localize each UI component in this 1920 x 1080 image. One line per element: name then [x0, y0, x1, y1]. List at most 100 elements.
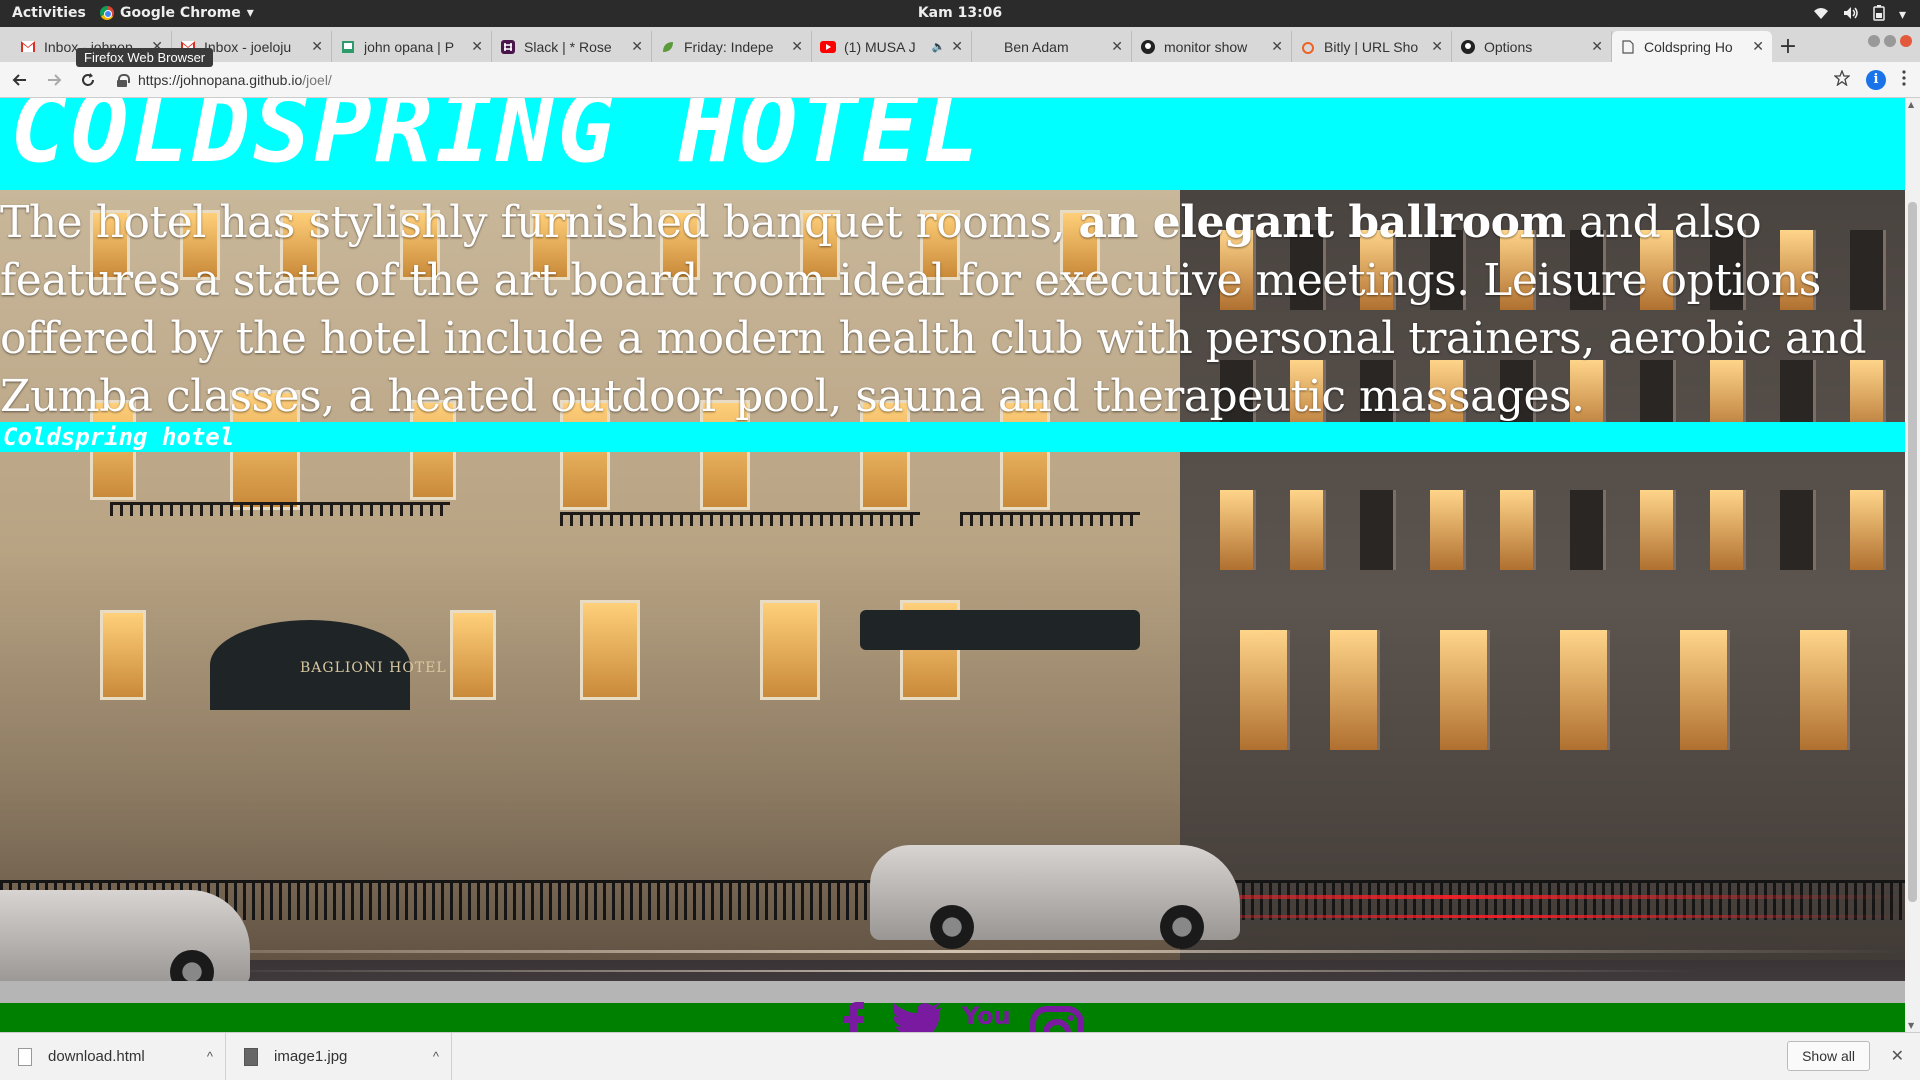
tab-title: (1) MUSA J: [844, 38, 916, 55]
tab-11[interactable]: Coldspring Ho ✕: [1612, 31, 1772, 62]
scrollbar-thumb[interactable]: [1908, 202, 1917, 902]
chevron-down-icon: ▾: [246, 5, 254, 21]
download-name: image1.jpg: [274, 1048, 348, 1065]
system-top-bar: Activities Google Chrome ▾ Kam 13:06 ▾: [0, 0, 1920, 27]
github-icon: [1140, 39, 1156, 55]
tab-4[interactable]: Slack | * Rose ✕: [492, 31, 652, 62]
page-viewport[interactable]: BAGLIONI HOTEL COLDSPRING HOTEL The hote…: [0, 98, 1905, 1032]
tab-title: Slack | * Rose: [524, 38, 612, 55]
app-menu[interactable]: Google Chrome ▾: [100, 5, 254, 21]
close-tab-icon[interactable]: ✕: [791, 38, 803, 55]
chevron-up-icon[interactable]: ^: [207, 1049, 213, 1064]
page-icon: [340, 39, 356, 55]
reload-button[interactable]: [74, 66, 102, 94]
activities-button[interactable]: Activities: [12, 5, 86, 21]
wifi-icon: [1813, 6, 1829, 24]
close-tab-icon[interactable]: ✕: [1752, 38, 1764, 55]
facebook-icon[interactable]: [840, 1001, 870, 1032]
scroll-up-icon[interactable]: ▲: [1908, 100, 1914, 109]
show-all-button[interactable]: Show all: [1787, 1041, 1870, 1071]
social-links: You: [840, 1001, 1085, 1032]
tab-title: Inbox - joeloju: [204, 38, 292, 55]
github-icon: [1460, 39, 1476, 55]
tab-audio-icon[interactable]: 🔈: [932, 40, 946, 53]
menu-kebab-icon[interactable]: [1902, 69, 1906, 90]
slack-icon: [500, 39, 516, 55]
reload-icon: [82, 72, 94, 86]
volume-icon: [1843, 6, 1859, 24]
close-tab-icon[interactable]: ✕: [311, 38, 323, 55]
new-tab-button[interactable]: +: [1772, 31, 1804, 62]
chevron-down-icon: ▾: [1898, 7, 1906, 23]
description-text-1: The hotel has stylishly furnished banque…: [0, 197, 1079, 248]
close-tab-icon[interactable]: ✕: [1111, 38, 1123, 55]
tab-title: Friday: Indepe: [684, 38, 774, 55]
scroll-down-icon[interactable]: ▼: [1908, 1021, 1914, 1030]
youtube-icon[interactable]: You: [962, 1001, 1011, 1031]
youtube-label: You: [962, 1002, 1011, 1030]
battery-icon: [1873, 5, 1885, 25]
leaf-icon: [660, 39, 676, 55]
subtitle: Coldspring hotel: [3, 423, 235, 451]
arrow-right-icon: [48, 73, 62, 86]
tab-title: Options: [1484, 38, 1533, 55]
url-path: /joel/: [302, 71, 332, 88]
footer-divider: [0, 981, 1905, 1003]
url-host: https://johnopana.github.io: [138, 71, 303, 88]
close-tab-icon[interactable]: ✕: [631, 38, 643, 55]
tab-10[interactable]: Options ✕: [1452, 31, 1612, 62]
page-scrollbar[interactable]: ▲ ▼: [1905, 98, 1920, 1032]
tab-title: monitor show: [1164, 38, 1248, 55]
back-button[interactable]: [6, 66, 34, 94]
tooltip: Firefox Web Browser: [76, 48, 214, 67]
tab-title: Bitly | URL Sho: [1324, 38, 1419, 55]
system-tray[interactable]: ▾: [1813, 5, 1906, 25]
chrome-icon: [100, 6, 114, 20]
youtube-icon: [820, 39, 836, 55]
description-paragraph: The hotel has stylishly furnished banque…: [0, 194, 1905, 426]
address-bar[interactable]: https://johnopana.github.io/joel/: [116, 66, 1834, 94]
forward-button[interactable]: [40, 66, 68, 94]
instagram-icon[interactable]: [1029, 1001, 1085, 1032]
document-icon: [1620, 39, 1636, 55]
clock[interactable]: Kam 13:06: [918, 5, 1002, 21]
minimize-button[interactable]: [1868, 35, 1880, 47]
download-name: download.html: [48, 1048, 145, 1065]
close-tab-icon[interactable]: ✕: [1271, 38, 1283, 55]
close-tab-icon[interactable]: ✕: [1431, 38, 1443, 55]
tab-5[interactable]: Friday: Indepe ✕: [652, 31, 812, 62]
download-item[interactable]: image1.jpg ^: [226, 1032, 452, 1080]
tab-strip: Inbox - johnop ✕ Inbox - joeloju ✕ john opan…: [0, 27, 1920, 62]
subtitle-bar: Coldspring hotel: [0, 422, 1905, 452]
close-tab-icon[interactable]: ✕: [471, 38, 483, 55]
tab-7[interactable]: Ben Adam ✕: [972, 31, 1132, 62]
app-name: Google Chrome: [120, 5, 241, 21]
bitly-icon: [1300, 39, 1316, 55]
hotel-sign: BAGLIONI HOTEL: [300, 660, 447, 676]
tab-3[interactable]: john opana | P ✕: [332, 31, 492, 62]
page-title: COLDSPRING HOTEL: [10, 98, 983, 184]
downloads-shelf: download.html ^ image1.jpg ^ Show all ✕: [0, 1032, 1920, 1080]
image-file-icon: [244, 1047, 258, 1066]
tab-title: Ben Adam: [1004, 38, 1069, 55]
tab-6[interactable]: (1) MUSA J 🔈 ✕: [812, 31, 972, 62]
gmail-icon: [20, 39, 36, 55]
maximize-button[interactable]: [1884, 35, 1896, 47]
tab-9[interactable]: Bitly | URL Sho ✕: [1292, 31, 1452, 62]
blank-icon: [980, 39, 996, 55]
chevron-up-icon[interactable]: ^: [433, 1049, 439, 1064]
close-window-button[interactable]: [1900, 35, 1912, 47]
tab-title: Coldspring Ho: [1644, 38, 1733, 55]
close-icon[interactable]: ✕: [1891, 1046, 1904, 1065]
download-item[interactable]: download.html ^: [0, 1032, 226, 1080]
arrow-left-icon: [12, 73, 26, 86]
close-tab-icon[interactable]: ✕: [951, 38, 963, 55]
browser-toolbar: https://johnopana.github.io/joel/ i: [0, 62, 1920, 98]
bookmark-star-icon[interactable]: [1833, 68, 1851, 90]
tab-8[interactable]: monitor show ✕: [1132, 31, 1292, 62]
close-tab-icon[interactable]: ✕: [1591, 38, 1603, 55]
page-footer: You: [0, 1001, 1905, 1032]
file-icon: [18, 1047, 32, 1066]
extension-info-icon[interactable]: i: [1866, 69, 1886, 90]
twitter-icon[interactable]: [888, 1001, 944, 1032]
